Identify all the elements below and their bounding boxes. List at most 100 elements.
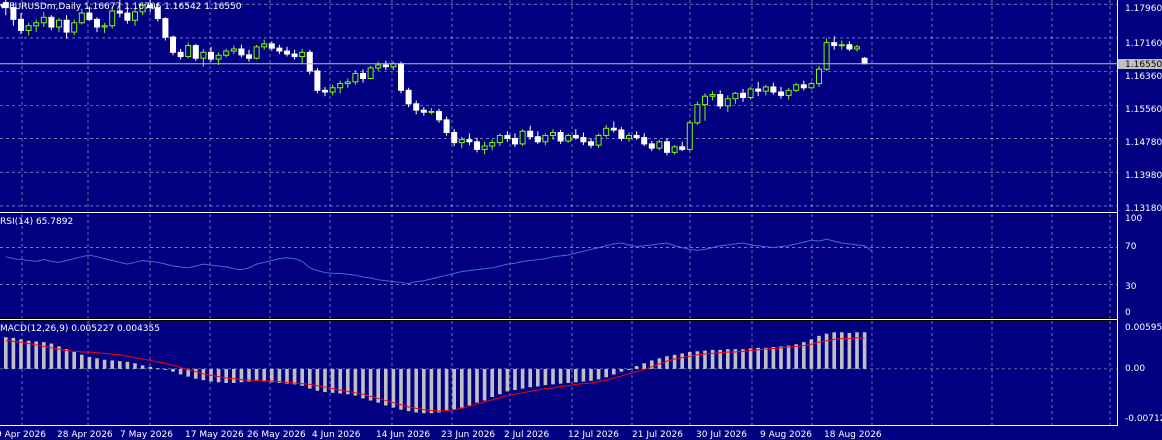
time-axis-label: 9 Aug 2026 <box>760 430 812 440</box>
candle-body <box>25 25 32 31</box>
chart-canvas[interactable]: 1.17960 1.17160 1.16550 1.16360 1.15560 1.147… <box>0 0 1162 440</box>
candle-body <box>861 57 868 65</box>
macd-histogram-bar <box>566 368 570 383</box>
candle-body <box>800 84 807 89</box>
candle-body <box>793 84 800 91</box>
chart-menu-arrow-icon[interactable]: ▾ <box>0 2 5 12</box>
time-axis-label: 21 Jul 2026 <box>632 430 683 440</box>
macd-histogram-bar <box>589 368 593 381</box>
macd-histogram-bar <box>140 365 145 369</box>
macd-header: MACD(12,26,9) 0.005227 0.004355 <box>0 324 160 334</box>
candle-body <box>375 64 382 69</box>
macd-histogram-bar <box>444 368 449 412</box>
time-axis-label: 17 May 2026 <box>185 430 244 440</box>
candle-body <box>132 11 138 21</box>
time-axis-label: 26 May 2026 <box>247 430 306 440</box>
candle-body <box>717 94 724 107</box>
price-axis-label: 1.16360 <box>1125 72 1162 82</box>
macd-histogram-bar <box>148 366 152 369</box>
candle-body <box>71 22 78 33</box>
macd-histogram-bar <box>224 368 228 383</box>
candle-body <box>94 18 100 28</box>
macd-histogram-bar <box>581 368 586 382</box>
macd-histogram-bar <box>399 368 403 410</box>
candle-body <box>352 72 359 83</box>
macd-histogram-bar <box>406 368 411 412</box>
price-axis-label: 1.13180 <box>1125 204 1162 214</box>
macd-histogram-bar <box>840 332 844 369</box>
candle-body <box>778 91 784 96</box>
candle-body <box>664 141 670 153</box>
candle-body <box>268 43 275 49</box>
candle-body <box>542 134 549 143</box>
candle-body <box>436 110 442 121</box>
candle-body <box>489 142 496 147</box>
candle-body <box>48 16 55 28</box>
candle-body <box>656 141 663 149</box>
time-axis-label: 23 Jun 2026 <box>441 430 495 440</box>
macd-histogram-bar <box>794 344 798 369</box>
macd-histogram-bar <box>467 368 472 406</box>
candle-body <box>496 134 503 144</box>
macd-histogram-bar <box>254 368 259 381</box>
rsi-header: RSI(14) 65.7892 <box>0 217 73 227</box>
macd-histogram-bar <box>695 351 700 369</box>
price-axis-label: 1.17160 <box>1125 39 1162 49</box>
time-axis-label: 9 Apr 2026 <box>0 430 46 440</box>
macd-histogram-bar <box>277 368 282 383</box>
candle-body <box>595 134 602 146</box>
macd-histogram-bar <box>490 368 494 398</box>
candle-body <box>671 146 678 153</box>
mt4-chart-window[interactable]: 1.17960 1.17160 1.16550 1.16360 1.15560 1.147… <box>0 0 1162 440</box>
candle-body <box>185 45 192 58</box>
candle-body <box>648 143 655 149</box>
macd-histogram-bar <box>513 368 517 390</box>
candle-body <box>170 36 176 53</box>
macd-histogram-bar <box>19 339 23 369</box>
macd-histogram-bar <box>627 368 631 370</box>
candle-body <box>565 134 572 142</box>
candle-body <box>344 81 351 85</box>
time-axis-label: 2 Jul 2026 <box>504 430 549 440</box>
time-axis-label: 7 May 2026 <box>120 430 173 440</box>
candle-body <box>124 12 131 21</box>
candle-body <box>18 18 24 31</box>
candle-body <box>314 70 321 91</box>
candle-body <box>253 46 260 59</box>
candle-body <box>230 48 237 52</box>
macd-histogram-bar <box>87 356 92 369</box>
rsi-panel-bg[interactable] <box>0 214 1118 318</box>
macd-histogram-bar <box>498 368 502 395</box>
macd-histogram-bar <box>634 366 639 369</box>
candle-body <box>33 22 40 27</box>
macd-histogram-bar <box>270 368 274 383</box>
candle-body <box>732 92 739 100</box>
macd-histogram-bar <box>520 368 525 389</box>
candle-body <box>322 89 328 93</box>
macd-histogram-bar <box>95 358 99 369</box>
candle-body <box>550 132 556 136</box>
candle-body <box>329 87 336 93</box>
rsi-axis-label: 30 <box>1125 282 1137 292</box>
candle-body <box>101 25 108 28</box>
macd-histogram-bar <box>688 351 692 369</box>
macd-histogram-bar <box>543 368 548 386</box>
candle-body <box>337 83 344 89</box>
time-axis-label: 14 Jun 2026 <box>376 430 430 440</box>
candle-body <box>747 88 754 98</box>
candle-body <box>762 86 769 92</box>
candle-body <box>360 72 366 79</box>
candle-body <box>86 12 93 20</box>
macd-histogram-bar <box>171 368 175 372</box>
candle-body <box>443 119 450 134</box>
macd-histogram-bar <box>292 368 297 385</box>
candle-body <box>588 141 594 146</box>
candle-body <box>534 136 541 143</box>
price-axis-label: 1.13980 <box>1125 171 1162 181</box>
time-axis-label: 18 Aug 2026 <box>824 430 882 440</box>
macd-histogram-bar <box>558 368 563 384</box>
macd-histogram-bar <box>125 361 130 369</box>
macd-histogram-bar <box>596 368 601 380</box>
candle-body <box>724 98 731 107</box>
macd-histogram-bar <box>665 356 669 369</box>
